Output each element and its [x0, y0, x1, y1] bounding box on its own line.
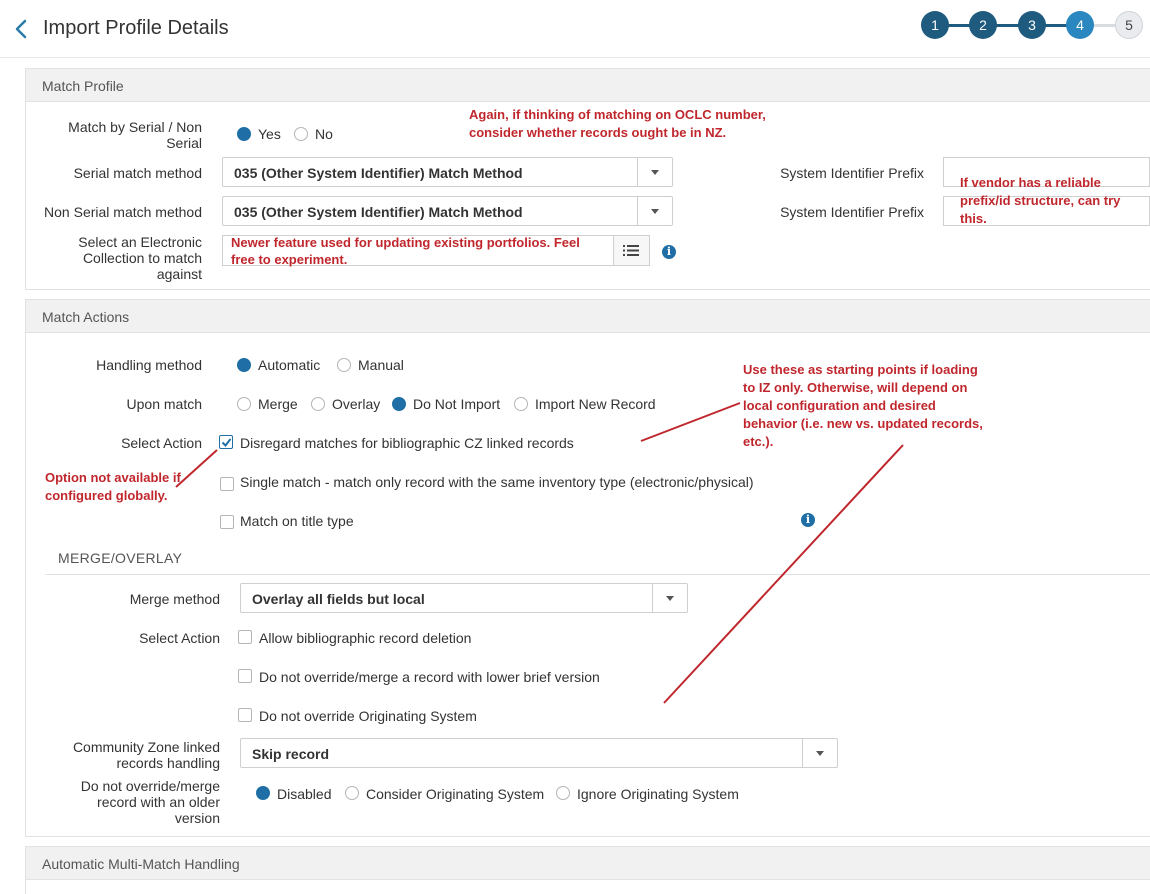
annotation-line [663, 444, 904, 704]
annotation-line [640, 402, 741, 442]
annotation-arrows [175, 402, 904, 704]
annotation-line [175, 449, 218, 488]
